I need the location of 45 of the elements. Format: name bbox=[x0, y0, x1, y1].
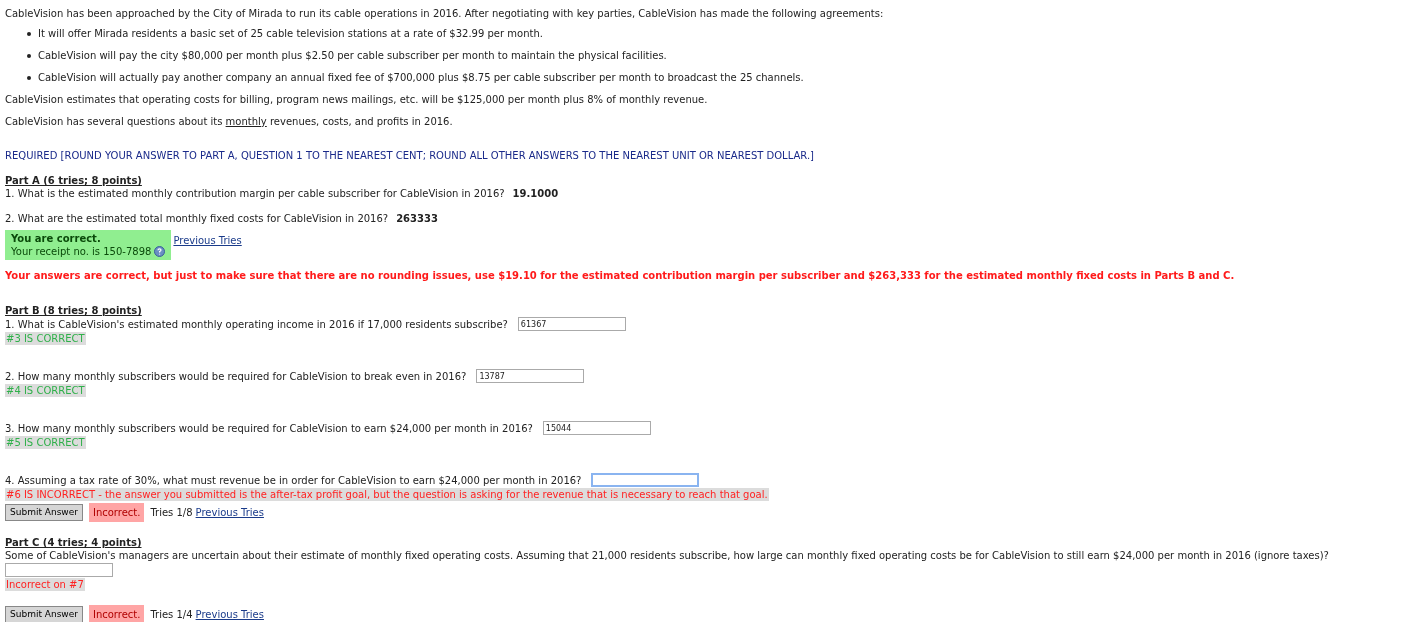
help-icon[interactable] bbox=[154, 246, 166, 257]
submit-answer-button[interactable]: Submit Answer bbox=[5, 606, 83, 622]
previous-tries-link[interactable]: Previous Tries bbox=[173, 234, 242, 247]
intro-paragraph: CableVision has been approached by the City of Mirada to run its cable operations in 2016. After negotiating with key parties, CableVision has made the following agreements: bbox=[5, 7, 885, 20]
question-text: 1. What is CableVision's estimated monthly operating income in 2016 if 17,000 residents subscribe? bbox=[5, 317, 508, 331]
answer-field[interactable] bbox=[591, 473, 700, 487]
agreement-text: It will offer Mirada residents a basic set of 25 cable television stations at a rate of $32.99 per month. bbox=[38, 27, 543, 40]
part-heading: Part C (4 tries; 4 points) bbox=[5, 536, 142, 549]
receipt-number: Your receipt no. is 150-7898 bbox=[11, 245, 152, 258]
question-text: 2. How many monthly subscribers would be required for CableVision to break even in 2016? bbox=[5, 369, 467, 383]
submitted-answer: 19.1000 bbox=[512, 187, 559, 200]
status-title: You are correct. bbox=[11, 232, 102, 245]
feedback-message: Incorrect on #7 bbox=[5, 578, 85, 591]
feedback-message: #6 IS INCORRECT - the answer you submitted is the after-tax profit goal, but the question is asking for the revenue that is necessary to reach that goal. bbox=[5, 488, 769, 501]
required-instructions: REQUIRED [ROUND YOUR ANSWER TO PART A, QUESTION 1 TO THE NEAREST CENT; ROUND ALL OTHER ANSWERS TO THE NEAREST UNIT OR NEAREST DOLLAR.] bbox=[5, 149, 815, 162]
question-text: 1. What is the estimated monthly contribution margin per cable subscriber for CableVision in 2016? bbox=[5, 187, 505, 200]
tries-count: Tries 1/8 bbox=[150, 506, 193, 519]
agreement-text: CableVision will actually pay another company an annual fixed fee of $700,000 plus $8.75 per cable subscriber per month to broadcast the 25 channels. bbox=[38, 71, 804, 84]
result-badge: Incorrect. bbox=[88, 605, 145, 622]
bullet-icon bbox=[27, 54, 31, 58]
bullet-icon bbox=[27, 32, 31, 36]
part-heading: Part A (6 tries; 8 points) bbox=[5, 174, 142, 187]
feedback-message: #4 IS CORRECT bbox=[5, 384, 86, 397]
question-text: 3. How many monthly subscribers would be required for CableVision to earn $24,000 per month in 2016? bbox=[5, 421, 533, 435]
part-heading: Part B (8 tries; 8 points) bbox=[5, 304, 142, 317]
answer-field[interactable]: 61367 bbox=[517, 317, 626, 331]
answer-field[interactable]: 15044 bbox=[542, 421, 651, 435]
questions-note: CableVision has several questions about its monthly revenues, costs, and profits in 2016. bbox=[5, 115, 454, 128]
feedback-message: #3 IS CORRECT bbox=[5, 332, 86, 345]
tries-count: Tries 1/4 bbox=[150, 608, 193, 621]
previous-tries-link[interactable]: Previous Tries bbox=[195, 608, 264, 621]
previous-tries-link[interactable]: Previous Tries bbox=[195, 506, 264, 519]
submitted-answer: 263333 bbox=[396, 212, 438, 225]
answer-field[interactable]: 13787 bbox=[476, 369, 585, 383]
question-text: Some of CableVision's managers are uncertain about their estimate of monthly fixed operating costs. Assuming that 21,000 residents subscribe, how large can monthly fixed operating costs be for CableVision to still earn $24,000 per month in 2016 (ignore taxes)? bbox=[5, 549, 1330, 562]
estimate-paragraph: CableVision estimates that operating costs for billing, program news mailings, etc. will be $125,000 per month plus 8% of monthly revenue. bbox=[5, 93, 709, 106]
answer-field[interactable] bbox=[5, 563, 113, 577]
question-text: 4. Assuming a tax rate of 30%, what must revenue be in order for CableVision to earn $24,000 per month in 2016? bbox=[5, 473, 582, 487]
bullet-icon bbox=[27, 76, 31, 80]
question-text: 2. What are the estimated total monthly fixed costs for CableVision in 2016? bbox=[5, 212, 389, 225]
rounding-notice: Your answers are correct, but just to make sure that there are no rounding issues, use $19.10 for the estimated contribution margin per subscriber and $263,333 for the estimated monthly fixed costs in Parts B and C. bbox=[5, 269, 1236, 282]
result-badge: Incorrect. bbox=[88, 503, 145, 522]
submit-answer-button[interactable]: Submit Answer bbox=[5, 504, 83, 521]
agreement-text: CableVision will pay the city $80,000 per month plus $2.50 per cable subscriber per month to maintain the physical facilities. bbox=[38, 49, 667, 62]
feedback-message: #5 IS CORRECT bbox=[5, 436, 86, 449]
